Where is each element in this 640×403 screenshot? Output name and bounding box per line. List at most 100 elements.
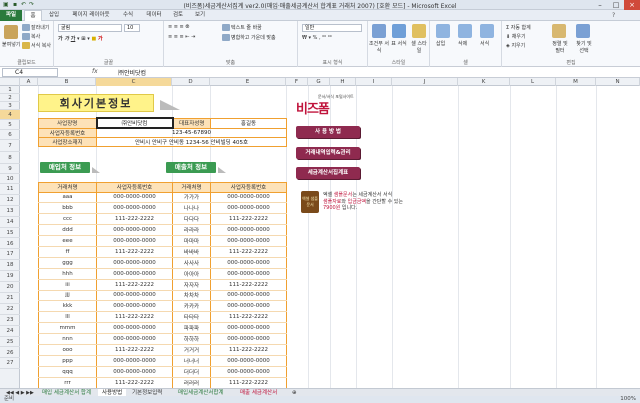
tab-review[interactable]: 검토: [168, 10, 188, 21]
purchase-reg-cell[interactable]: 000-0000-0000: [96, 366, 173, 378]
sales-reg-cell[interactable]: 000-0000-0000: [210, 202, 287, 215]
sales-name-cell[interactable]: 거거거: [172, 344, 211, 356]
row-header[interactable]: 12: [0, 195, 20, 206]
purchase-name-cell[interactable]: mmm: [38, 322, 97, 335]
purchase-reg-cell[interactable]: 000-0000-0000: [96, 192, 173, 204]
clear-button[interactable]: ◈ 지우기: [506, 42, 525, 49]
sales-reg-cell[interactable]: 000-0000-0000: [210, 257, 287, 269]
sales-name-cell[interactable]: 자자자: [172, 279, 211, 291]
sales-reg-cell[interactable]: 111-222-2222: [210, 377, 287, 388]
row-header[interactable]: 25: [0, 337, 20, 348]
sales-reg-cell[interactable]: 000-0000-0000: [210, 366, 287, 378]
row-header[interactable]: 7: [0, 140, 20, 152]
sales-reg-cell[interactable]: 000-0000-0000: [210, 355, 287, 367]
sales-reg-cell[interactable]: 000-0000-0000: [210, 300, 287, 313]
company-name-cell[interactable]: ㈜안비닷컴: [95, 117, 174, 129]
find-select-button[interactable]: 찾기 및 선택: [574, 40, 594, 54]
delete-cells-button[interactable]: 삭제: [458, 40, 467, 47]
sales-name-cell[interactable]: 더더더: [172, 366, 211, 378]
sales-name-cell[interactable]: 라라라: [172, 224, 211, 237]
column-header[interactable]: I: [356, 78, 392, 86]
sales-name-cell[interactable]: 너너너: [172, 355, 211, 367]
usage-guide-button[interactable]: 사 용 방 법: [296, 126, 360, 138]
purchase-name-cell[interactable]: eee: [38, 235, 97, 247]
insert-cells-button[interactable]: 삽입: [436, 40, 445, 47]
insert-cells-icon[interactable]: [436, 24, 450, 38]
find-select-icon[interactable]: [576, 24, 590, 38]
paste-button[interactable]: 붙여넣기: [2, 41, 20, 48]
paste-icon[interactable]: [4, 25, 18, 39]
address-cell[interactable]: 안비시 안비구 안비동 1234-56 안비빌딩 405호: [96, 136, 287, 147]
sales-name-cell[interactable]: 파파파: [172, 322, 211, 335]
tab-insert[interactable]: 삽입: [44, 10, 64, 21]
tax-invoice-summary-button[interactable]: 세금계산서집계표: [296, 167, 360, 179]
align-top-icon[interactable]: ≡ ≡ ≡ ⦾: [168, 24, 189, 30]
sales-name-cell[interactable]: 차차차: [172, 290, 211, 302]
purchase-name-cell[interactable]: hhh: [38, 268, 97, 280]
purchase-reg-cell[interactable]: 000-0000-0000: [96, 202, 173, 215]
worksheet[interactable]: 회사기본정보 사업장명 ㈜안비닷컴 대표자성명 홍길동 사업자등록번호 123-…: [20, 86, 640, 388]
format-cells-icon[interactable]: [480, 24, 494, 38]
column-header[interactable]: H: [330, 78, 356, 86]
purchase-reg-cell[interactable]: 000-0000-0000: [96, 257, 173, 269]
row-header[interactable]: 3: [0, 102, 20, 110]
sales-name-cell[interactable]: 타타타: [172, 311, 211, 324]
number-format-select[interactable]: 일반: [302, 24, 362, 32]
purchase-reg-cell[interactable]: 000-0000-0000: [96, 235, 173, 247]
fill-button[interactable]: ⬇ 채우기: [506, 33, 526, 40]
purchase-reg-cell[interactable]: 000-0000-0000: [96, 355, 173, 367]
purchase-name-cell[interactable]: bbb: [38, 202, 97, 215]
sales-name-cell[interactable]: 바바바: [172, 246, 211, 258]
sales-reg-cell[interactable]: 000-0000-0000: [210, 322, 287, 335]
sales-reg-cell[interactable]: 000-0000-0000: [210, 290, 287, 302]
row-header[interactable]: 6: [0, 130, 20, 140]
transaction-input-button[interactable]: 거래내역입력&관리: [296, 147, 360, 159]
bold-button[interactable]: 가 가 가 ▾ ⊞ ▾ ■ 가: [58, 35, 103, 42]
tab-data[interactable]: 데이터: [142, 10, 166, 21]
row-header[interactable]: 23: [0, 315, 20, 326]
row-header[interactable]: 11: [0, 184, 20, 195]
sales-reg-cell[interactable]: 000-0000-0000: [210, 192, 287, 204]
conditional-format-button[interactable]: 조건부 서식: [368, 40, 390, 54]
sales-reg-cell[interactable]: 111-222-2222: [210, 246, 287, 258]
font-size-select[interactable]: 10: [124, 24, 140, 32]
column-header[interactable]: K: [458, 78, 510, 86]
table-format-icon[interactable]: [392, 24, 406, 38]
format-cells-button[interactable]: 서식: [480, 40, 489, 47]
purchase-name-cell[interactable]: lll: [38, 311, 97, 324]
tab-formulas[interactable]: 수식: [118, 10, 138, 21]
purchase-name-cell[interactable]: kkk: [38, 300, 97, 313]
wrap-text-button[interactable]: 텍스트 줄 바꿈: [222, 24, 262, 31]
reg-no-cell[interactable]: 123-45-67890: [96, 127, 287, 138]
column-header[interactable]: L: [510, 78, 556, 86]
row-header[interactable]: 26: [0, 348, 20, 359]
cell-style-button[interactable]: 셀 스타일: [410, 40, 428, 54]
maximize-icon[interactable]: □: [608, 0, 624, 10]
row-header[interactable]: 13: [0, 206, 20, 217]
sales-reg-cell[interactable]: 000-0000-0000: [210, 224, 287, 237]
column-header[interactable]: B: [38, 78, 96, 86]
purchase-name-cell[interactable]: ddd: [38, 224, 97, 237]
purchase-reg-cell[interactable]: 111-222-2222: [96, 311, 173, 324]
sales-name-cell[interactable]: 나나나: [172, 202, 211, 215]
sales-reg-cell[interactable]: 111-222-2222: [210, 213, 287, 226]
tab-page-layout[interactable]: 페이지 레이아웃: [66, 10, 116, 21]
row-header[interactable]: 14: [0, 217, 20, 228]
sales-reg-cell[interactable]: 000-0000-0000: [210, 333, 287, 345]
tab-file[interactable]: 파일: [0, 10, 22, 21]
row-header[interactable]: 20: [0, 282, 20, 293]
purchase-reg-cell[interactable]: 000-0000-0000: [96, 300, 173, 313]
row-header[interactable]: 5: [0, 120, 20, 130]
sales-reg-cell[interactable]: 000-0000-0000: [210, 268, 287, 280]
purchase-name-cell[interactable]: ggg: [38, 257, 97, 269]
tab-home[interactable]: 홈: [24, 10, 42, 21]
sales-reg-cell[interactable]: 000-0000-0000: [210, 235, 287, 247]
column-header[interactable]: D: [172, 78, 210, 86]
sales-reg-cell[interactable]: 111-222-2222: [210, 344, 287, 356]
help-icon[interactable]: ?: [612, 12, 615, 19]
ceo-cell[interactable]: 홍길동: [210, 117, 287, 129]
cell-style-icon[interactable]: [412, 24, 426, 38]
row-header[interactable]: 1: [0, 86, 20, 94]
purchase-reg-cell[interactable]: 111-222-2222: [96, 213, 173, 226]
tab-view[interactable]: 보기: [190, 10, 210, 21]
